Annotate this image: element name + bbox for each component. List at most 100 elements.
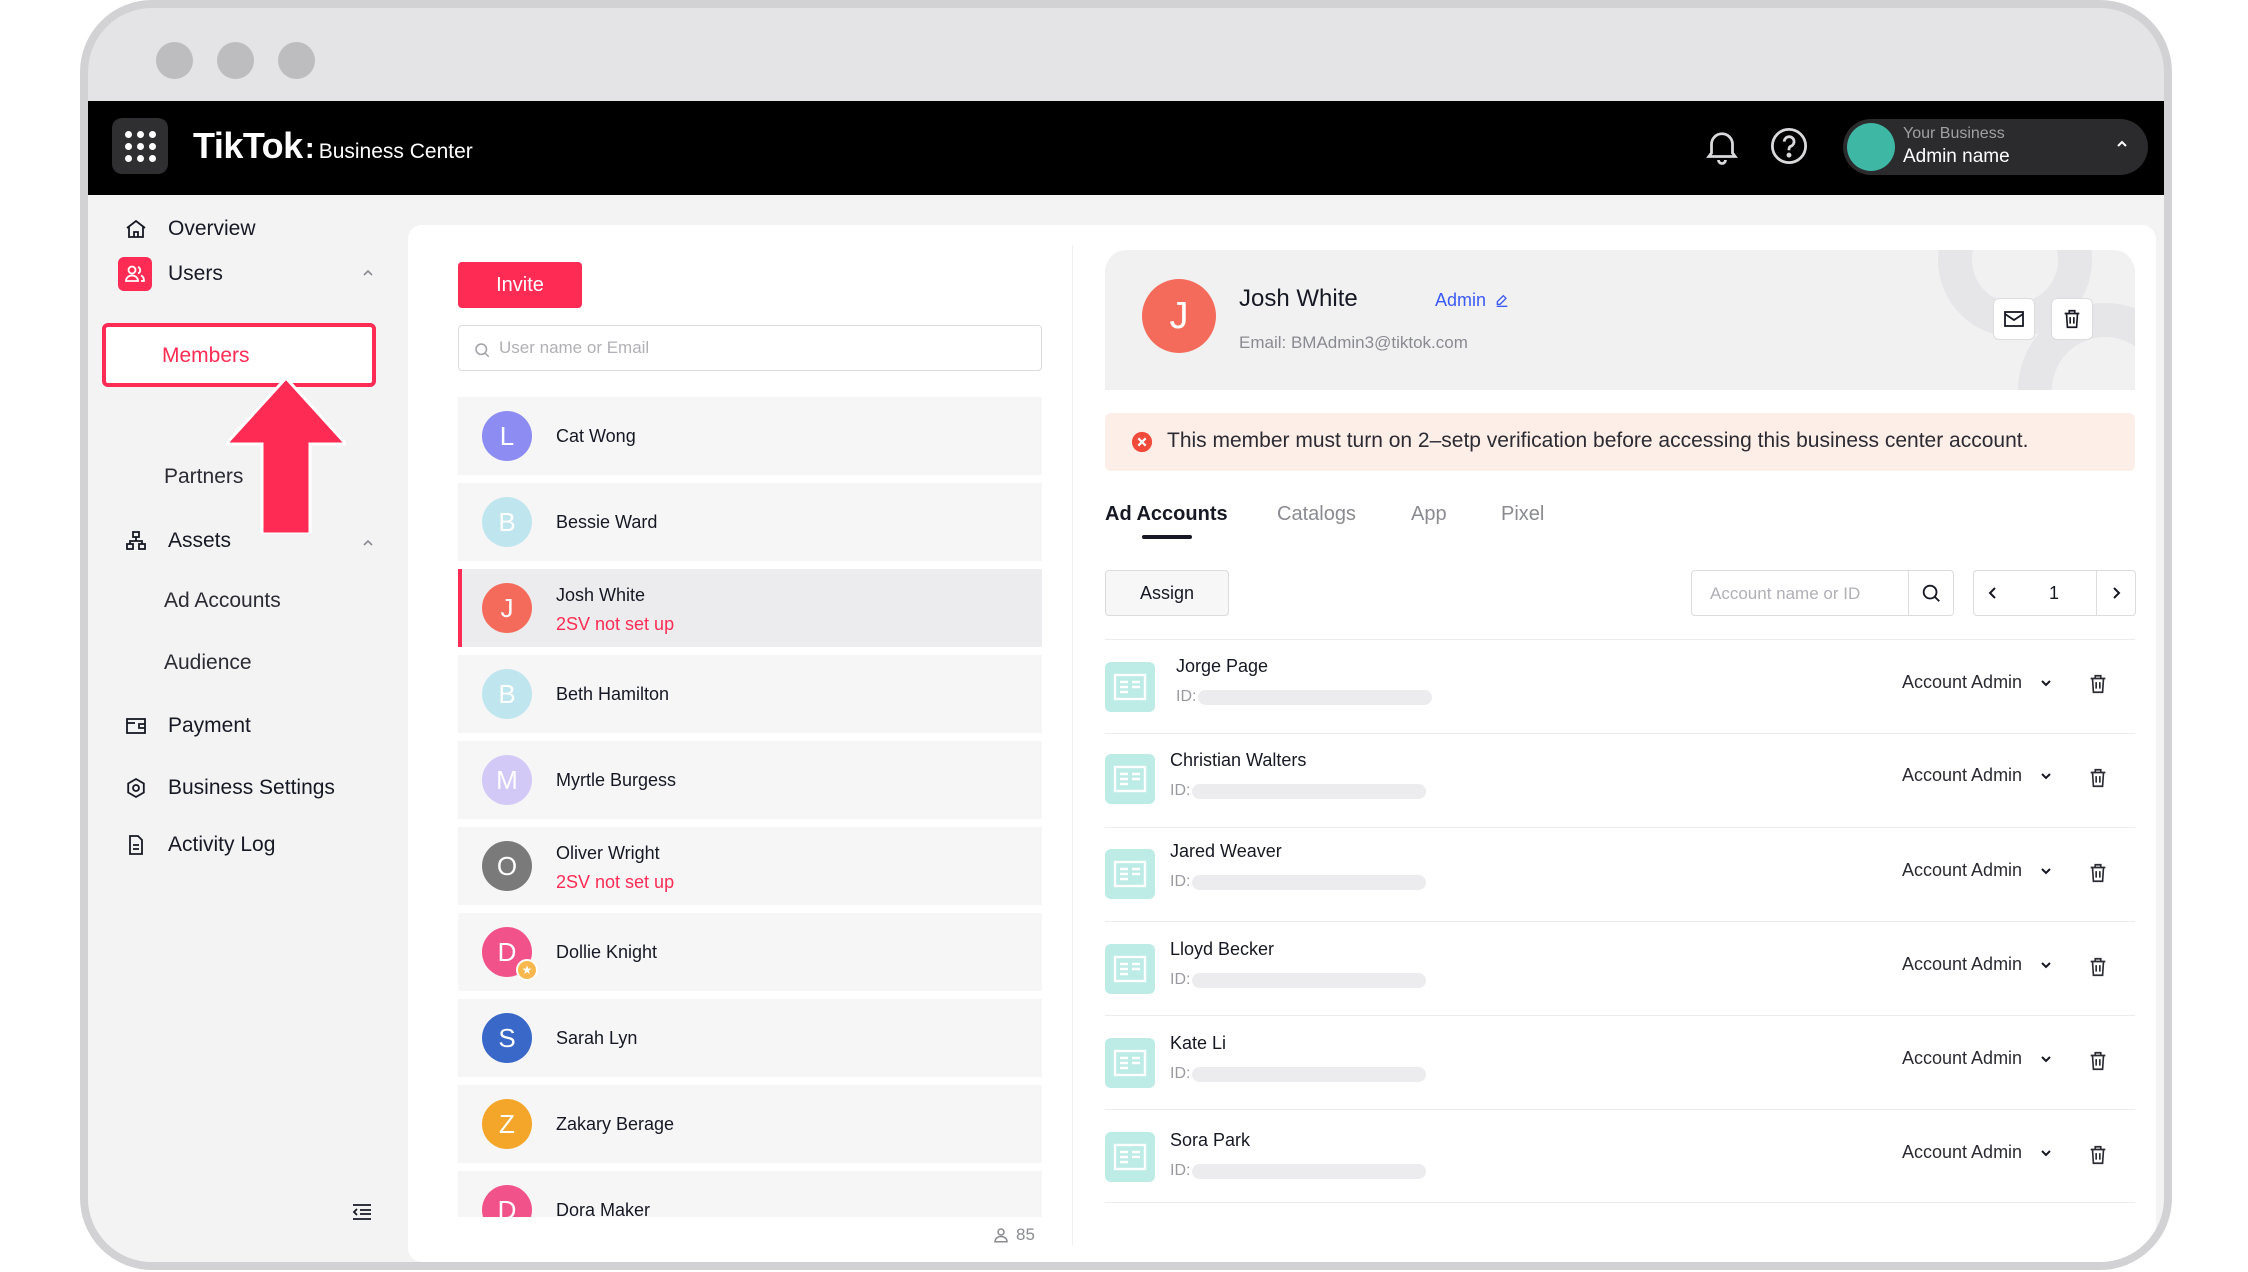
ad-account-icon bbox=[1105, 1132, 1155, 1182]
account-row[interactable]: Jared Weaver ID: Account Admin bbox=[1105, 827, 2135, 921]
trash-icon[interactable] bbox=[2087, 955, 2109, 979]
account-search[interactable] bbox=[1691, 570, 1909, 616]
account-search-input[interactable] bbox=[1710, 583, 1900, 605]
search-icon bbox=[1922, 584, 1940, 602]
member-row[interactable]: D ★ Dollie Knight bbox=[458, 913, 1042, 991]
tab-app[interactable]: App bbox=[1411, 503, 1447, 526]
trash-icon[interactable] bbox=[2087, 1049, 2109, 1073]
sidebar-item-activity-log[interactable]: Activity Log bbox=[122, 831, 275, 859]
account-role-select[interactable]: Account Admin bbox=[1902, 860, 2054, 881]
account-role-select[interactable]: Account Admin bbox=[1902, 672, 2054, 693]
tiktok-logo: TikTok bbox=[193, 125, 303, 166]
member-header: J Josh White Admin Email: BMAdmin3@tikto… bbox=[1105, 250, 2135, 390]
avatar: S bbox=[482, 1013, 532, 1063]
user-icon bbox=[994, 1228, 1008, 1243]
arrow-up-icon bbox=[226, 378, 346, 534]
account-role-select[interactable]: Account Admin bbox=[1902, 1142, 2054, 1163]
delete-member-button[interactable] bbox=[2051, 298, 2093, 340]
collapse-sidebar-icon[interactable] bbox=[350, 1200, 374, 1224]
chevron-up-icon bbox=[2117, 140, 2127, 147]
window-dot[interactable] bbox=[278, 42, 315, 79]
account-row[interactable]: Jorge Page ID: Account Admin bbox=[1105, 639, 2135, 733]
trash-icon[interactable] bbox=[2087, 766, 2109, 790]
prev-page-button[interactable] bbox=[1973, 570, 2013, 616]
account-role-select[interactable]: Account Admin bbox=[1902, 1048, 2054, 1069]
member-row[interactable]: L Cat Wong bbox=[458, 397, 1042, 475]
tab-catalogs[interactable]: Catalogs bbox=[1277, 503, 1356, 526]
bell-icon[interactable] bbox=[1701, 125, 1743, 167]
account-name: Jorge Page bbox=[1176, 656, 1269, 676]
brand-logo[interactable]: TikTok : Business Center bbox=[193, 125, 473, 167]
account-row[interactable]: Christian Walters ID: Account Admin bbox=[1105, 733, 2135, 827]
member-email: Email: BMAdmin3@tiktok.com bbox=[1239, 333, 1468, 352]
avatar: B bbox=[482, 497, 532, 547]
chevron-down-icon bbox=[2041, 961, 2051, 968]
app-screen: TikTok : Business Center Your Business A… bbox=[88, 101, 2164, 1262]
page-number[interactable]: 1 bbox=[2012, 570, 2096, 616]
sidebar-item-ad-accounts[interactable]: Ad Accounts bbox=[164, 589, 281, 613]
star-badge-icon: ★ bbox=[516, 959, 538, 981]
window-dot[interactable] bbox=[156, 42, 193, 79]
chevron-up-icon[interactable] bbox=[360, 535, 376, 551]
member-name: Dora Maker bbox=[556, 1200, 651, 1217]
users-icon bbox=[118, 257, 152, 291]
avatar bbox=[1847, 123, 1895, 171]
account-row[interactable]: Lloyd Becker ID: Account Admin bbox=[1105, 921, 2135, 1015]
chevron-down-icon bbox=[2041, 1055, 2051, 1062]
account-name: Kate Li bbox=[1170, 1033, 1227, 1053]
account-role-select[interactable]: Account Admin bbox=[1902, 765, 2054, 786]
member-role[interactable]: Admin bbox=[1435, 290, 1510, 311]
member-row[interactable]: B Bessie Ward bbox=[458, 483, 1042, 561]
search-icon bbox=[475, 343, 490, 358]
chevron-up-icon[interactable] bbox=[360, 265, 376, 281]
brand-subtitle: Business Center bbox=[318, 140, 473, 163]
account-id: ID: bbox=[1176, 688, 1433, 706]
sidebar-item-overview[interactable]: Overview bbox=[122, 215, 256, 243]
member-name: Myrtle Burgess bbox=[556, 770, 677, 790]
member-row[interactable]: Z Zakary Berage bbox=[458, 1085, 1042, 1163]
sidebar-item-audience[interactable]: Audience bbox=[164, 651, 252, 675]
account-role-select[interactable]: Account Admin bbox=[1902, 954, 2054, 975]
chevron-down-icon bbox=[2041, 772, 2051, 779]
main-card: Invite L Cat Wong B Bessie Ward J Josh W… bbox=[408, 225, 2156, 1262]
member-row[interactable]: D Dora Maker bbox=[458, 1171, 1042, 1217]
trash-icon[interactable] bbox=[2087, 861, 2109, 885]
tab-ad-accounts[interactable]: Ad Accounts bbox=[1105, 503, 1228, 526]
chevron-left-icon bbox=[1988, 587, 1996, 599]
account-name: Lloyd Becker bbox=[1170, 939, 1275, 959]
sidebar-item-payment[interactable]: Payment bbox=[122, 712, 251, 740]
assign-button[interactable]: Assign bbox=[1105, 570, 1229, 616]
sidebar-item-business-settings[interactable]: Business Settings bbox=[122, 774, 335, 802]
account-row[interactable]: Sora Park ID: Account Admin bbox=[1105, 1109, 2135, 1203]
member-search[interactable] bbox=[458, 325, 1042, 371]
sidebar-item-assets[interactable]: Assets bbox=[122, 527, 231, 555]
member-row[interactable]: B Beth Hamilton bbox=[458, 655, 1042, 733]
tab-pixel[interactable]: Pixel bbox=[1501, 503, 1544, 526]
apps-grid-icon[interactable] bbox=[112, 118, 168, 174]
admin-name: Admin name bbox=[1903, 146, 2010, 167]
account-row[interactable]: Kate Li ID: Account Admin bbox=[1105, 1015, 2135, 1109]
sidebar-item-users[interactable]: Users bbox=[118, 257, 223, 291]
ad-account-icon bbox=[1105, 944, 1155, 994]
member-name: Beth Hamilton bbox=[556, 684, 670, 704]
member-row[interactable]: S Sarah Lyn bbox=[458, 999, 1042, 1077]
next-page-button[interactable] bbox=[2096, 570, 2136, 616]
member-row[interactable]: O Oliver Wright 2SV not set up bbox=[458, 827, 1042, 905]
ad-account-icon bbox=[1105, 662, 1155, 712]
member-search-input[interactable] bbox=[499, 336, 1029, 360]
window-dot[interactable] bbox=[217, 42, 254, 79]
account-id: ID: bbox=[1170, 1162, 1427, 1180]
avatar: L bbox=[482, 411, 532, 461]
invite-button[interactable]: Invite bbox=[458, 262, 582, 308]
trash-icon[interactable] bbox=[2087, 1143, 2109, 1167]
email-button[interactable] bbox=[1993, 298, 2035, 340]
help-icon[interactable] bbox=[1768, 125, 1810, 167]
business-name: Your Business bbox=[1903, 125, 2005, 142]
account-id: ID: bbox=[1170, 873, 1427, 891]
member-row[interactable]: M Myrtle Burgess bbox=[458, 741, 1042, 819]
trash-icon[interactable] bbox=[2087, 672, 2109, 696]
account-search-button[interactable] bbox=[1908, 570, 1954, 616]
edit-icon[interactable] bbox=[1494, 293, 1510, 309]
account-switcher[interactable]: Your Business Admin name bbox=[1843, 119, 2148, 175]
member-row-selected[interactable]: J Josh White 2SV not set up bbox=[458, 569, 1042, 647]
